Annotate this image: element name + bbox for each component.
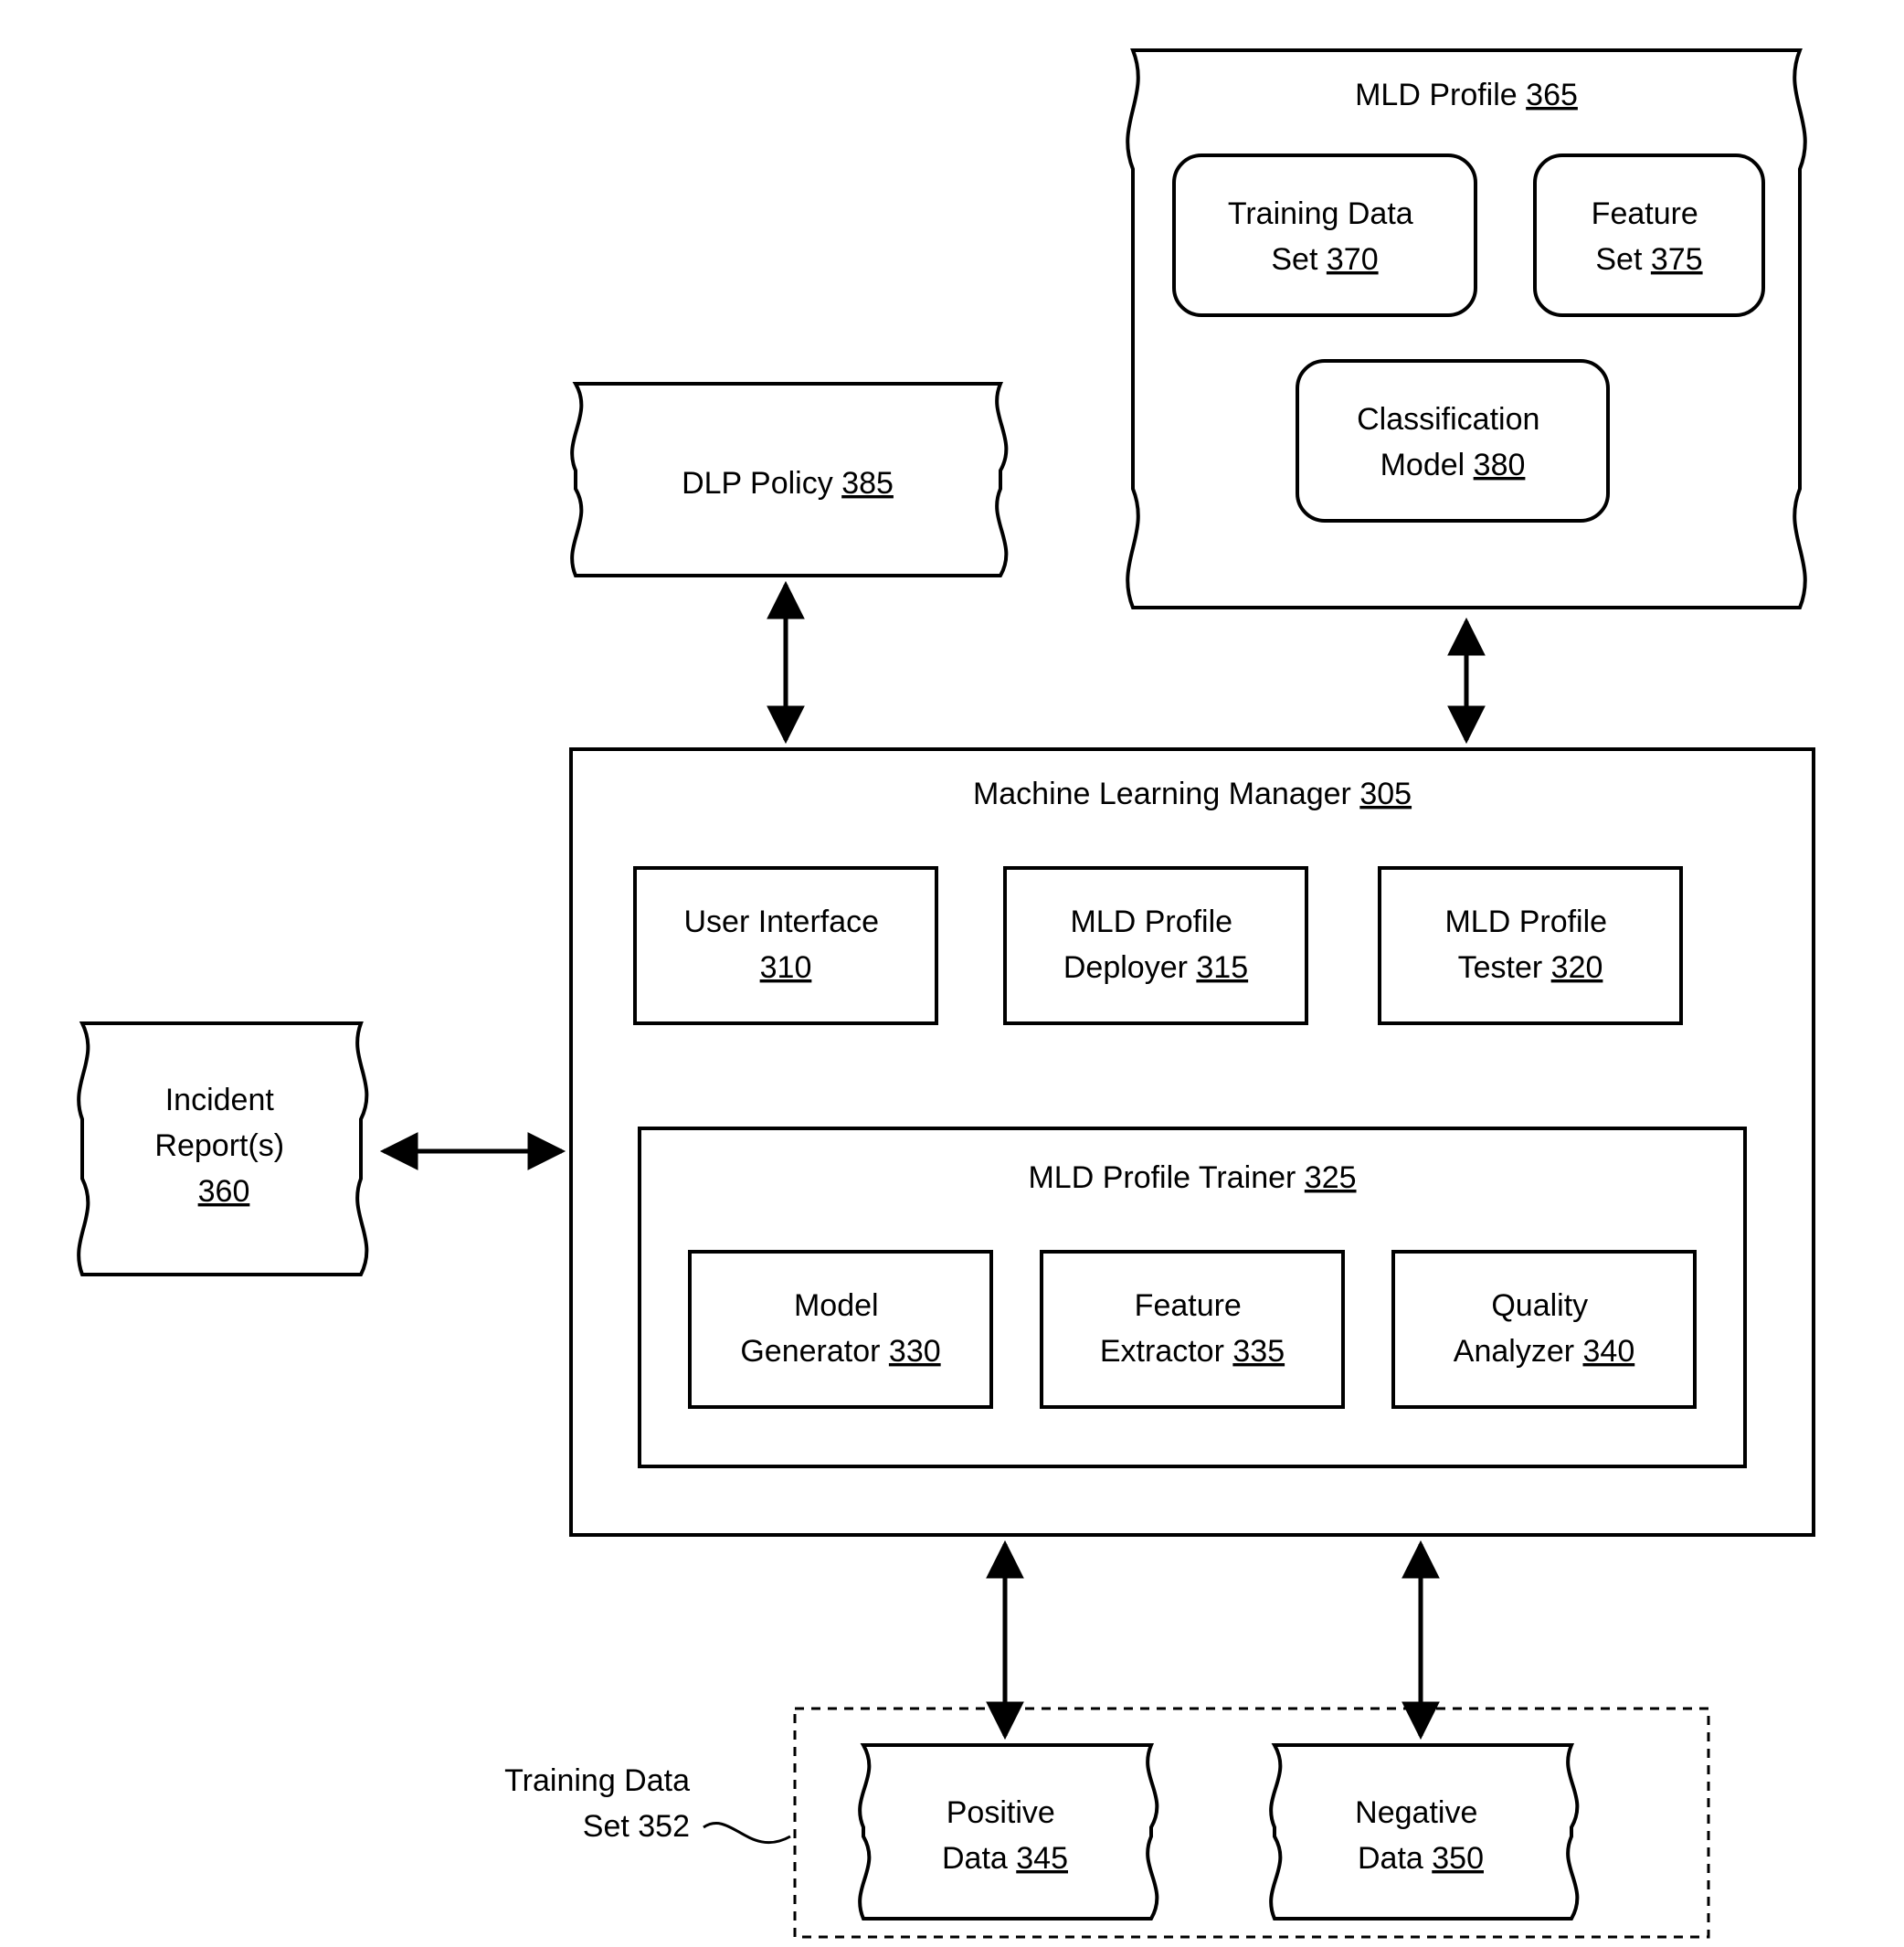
- incident-label: Incident: [165, 1083, 275, 1117]
- mld-profile-box: MLD Profile 365: [1127, 50, 1805, 608]
- dlp-policy-box: DLP Policy 385: [572, 384, 1006, 576]
- svg-text:Machine Learning Manager: Machine Learning Manager 305: [973, 777, 1412, 811]
- qa-ref: 340: [1583, 1334, 1635, 1369]
- quality-analyzer-box: Quality Analyzer 340: [1393, 1252, 1695, 1407]
- ui-label: User Interface: [684, 905, 880, 939]
- mlm-ref: 305: [1359, 777, 1412, 811]
- incident-label2: Report(s): [154, 1128, 284, 1163]
- neg-label2: Data: [1358, 1841, 1423, 1876]
- dlp-label: DLP Policy: [682, 466, 833, 501]
- training-data-set-box: Training Data Set 370: [1174, 155, 1476, 315]
- feature-set-box: Feature Set 375: [1535, 155, 1763, 315]
- tds-label2: Set: [1271, 242, 1318, 277]
- fs-label: Feature: [1592, 196, 1698, 231]
- cm-label2: Model: [1380, 448, 1465, 482]
- pos-label: Positive: [947, 1795, 1055, 1830]
- leader-line: [703, 1824, 790, 1843]
- tester-ref: 320: [1551, 950, 1603, 985]
- dlp-ref: 385: [841, 466, 894, 501]
- tds-label: Training Data: [1228, 196, 1413, 231]
- mld-profile-tester-box: MLD Profile Tester 320: [1380, 868, 1681, 1023]
- svg-text:MLD Profile 365: MLD Profile 365: [1355, 78, 1578, 112]
- trainer-label: MLD Profile Trainer: [1028, 1160, 1296, 1195]
- deployer-ref: 315: [1196, 950, 1248, 985]
- mld-profile-ref: 365: [1526, 78, 1578, 112]
- model-generator-box: Model Generator 330: [690, 1252, 991, 1407]
- pos-label2: Data: [942, 1841, 1008, 1876]
- fe-label2: Extractor: [1100, 1334, 1224, 1369]
- mg-ref: 330: [889, 1334, 941, 1369]
- user-interface-box: User Interface 310: [635, 868, 936, 1023]
- tds-group-label-line2: Set 352: [583, 1809, 690, 1844]
- tester-label: MLD Profile: [1444, 905, 1607, 939]
- feature-extractor-box: Feature Extractor 335: [1042, 1252, 1343, 1407]
- svg-text:DLP Policy 385: DLP Policy 385: [682, 466, 894, 501]
- fs-label2: Set: [1595, 242, 1643, 277]
- negative-data-box: Negative Data 350: [1271, 1745, 1577, 1919]
- incident-ref: 360: [198, 1174, 250, 1209]
- fs-ref: 375: [1651, 242, 1703, 277]
- qa-label2: Analyzer: [1454, 1334, 1574, 1369]
- positive-data-box: Positive Data 345: [860, 1745, 1157, 1919]
- cm-ref: 380: [1474, 448, 1526, 482]
- neg-ref: 350: [1432, 1841, 1484, 1876]
- fe-label: Feature: [1135, 1288, 1242, 1323]
- mld-profile-deployer-box: MLD Profile Deployer 315: [1005, 868, 1306, 1023]
- tester-label2: Tester: [1458, 950, 1543, 985]
- trainer-ref: 325: [1305, 1160, 1357, 1195]
- ui-ref: 310: [760, 950, 812, 985]
- tds-ref: 370: [1327, 242, 1379, 277]
- mg-label2: Generator: [740, 1334, 880, 1369]
- fe-ref: 335: [1232, 1334, 1285, 1369]
- incident-reports-box: Incident Report(s) 360: [79, 1023, 366, 1275]
- qa-label: Quality: [1491, 1288, 1588, 1323]
- mld-profile-label: MLD Profile: [1355, 78, 1518, 112]
- neg-label: Negative: [1355, 1795, 1477, 1830]
- tds-group-label-line1: Training Data: [504, 1763, 690, 1798]
- svg-text:MLD Profile Trainer: MLD Profile Trainer 325: [1028, 1160, 1356, 1195]
- mlm-label: Machine Learning Manager: [973, 777, 1351, 811]
- classification-model-box: Classification Model 380: [1297, 361, 1608, 521]
- cm-label: Classification: [1357, 402, 1539, 437]
- pos-ref: 345: [1016, 1841, 1068, 1876]
- deployer-label2: Deployer: [1063, 950, 1188, 985]
- mg-label: Model: [794, 1288, 879, 1323]
- deployer-label: MLD Profile: [1070, 905, 1232, 939]
